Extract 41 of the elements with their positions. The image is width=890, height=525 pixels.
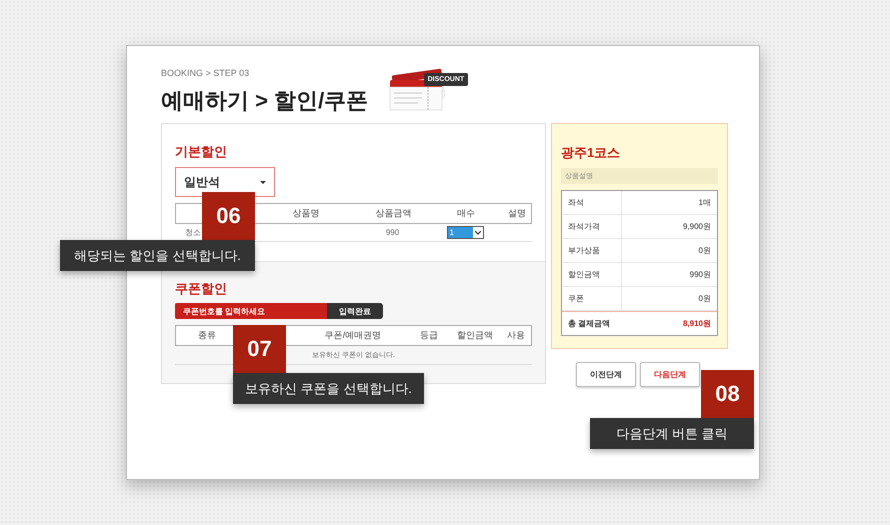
row-label: 쿠폰: [562, 287, 622, 310]
callout-caption: 해당되는 할인을 선택합니다.: [60, 240, 255, 271]
column-header: 사용: [506, 329, 526, 342]
section-heading: 쿠폰할인: [175, 280, 228, 298]
step-button[interactable]: 이전단계: [576, 362, 636, 387]
table-cell-text: 990: [384, 228, 400, 237]
coupon-input-field[interactable]: 쿠폰번호를 입력하세요: [175, 303, 327, 319]
column-header: 할인금액: [456, 329, 494, 342]
row-value: 1매: [698, 197, 712, 208]
row-value: 0원: [698, 293, 712, 304]
column-header: 종류: [197, 329, 217, 342]
row-label: 좌석가격: [562, 215, 622, 238]
step-number-badge: 07: [233, 325, 286, 373]
row-value: 8,910원: [682, 318, 712, 329]
column-header: 설명: [507, 207, 527, 220]
row-value: 990원: [688, 269, 712, 280]
column-header: 쿠폰/예매권명: [324, 329, 382, 342]
breadcrumb: BOOKING > STEP 03: [161, 68, 250, 78]
callout-caption: 보유하신 쿠폰을 선택합니다.: [233, 373, 424, 404]
row-label: 부가상품: [562, 239, 622, 262]
row-label: 좌석: [562, 191, 622, 214]
column-header: 등급: [419, 329, 439, 342]
seat-type-dropdown[interactable]: 일반석: [175, 167, 275, 197]
row-label: 할인금액: [562, 263, 622, 286]
step-button[interactable]: 다음단계: [640, 362, 700, 387]
column-header: 상품금액: [374, 207, 412, 220]
section-heading: 기본할인: [175, 143, 228, 161]
caret-icon: [260, 180, 266, 184]
row-value: 0원: [698, 245, 712, 256]
chevron-icon: [474, 230, 480, 234]
page-title: 예매하기 > 할인/쿠폰: [161, 87, 368, 115]
apply-button[interactable]: 입력완료: [327, 303, 383, 319]
row-value: 9,900원: [682, 221, 712, 232]
step-number-badge: 08: [701, 370, 754, 418]
step-number-badge: 06: [202, 192, 255, 240]
column-header: 매수: [456, 207, 476, 220]
course-title: 광주1코스: [561, 144, 622, 162]
callout-caption: 다음단계 버튼 클릭: [590, 418, 754, 449]
column-header: 상품명: [292, 207, 320, 220]
table-cell-text: 청소: [184, 227, 202, 238]
row-label: 총 결제금액: [567, 318, 612, 330]
